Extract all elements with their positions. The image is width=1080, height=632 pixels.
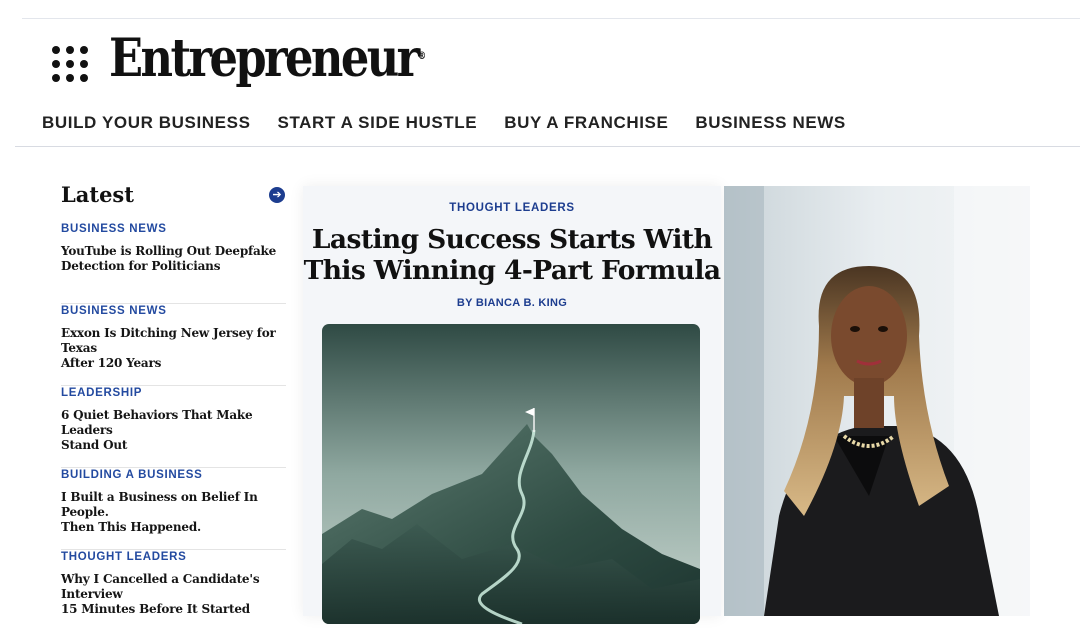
latest-item[interactable]: BUSINESS NEWS YouTube is Rolling Out Dee… — [61, 222, 286, 304]
site-logo[interactable]: Entrepreneur® — [109, 29, 426, 89]
latest-item[interactable]: THOUGHT LEADERS Why I Cancelled a Candid… — [61, 550, 286, 632]
latest-item-title-line: Detection for Politicians — [61, 259, 221, 273]
latest-item-category[interactable]: LEADERSHIP — [61, 386, 286, 399]
latest-item[interactable]: LEADERSHIP 6 Quiet Behaviors That Make L… — [61, 386, 286, 468]
portrait-illustration — [724, 186, 1030, 616]
nav-buy-a-franchise[interactable]: BUY A FRANCHISE — [504, 113, 668, 133]
primary-nav: BUILD YOUR BUSINESS START A SIDE HUSTLE … — [42, 113, 846, 133]
author-portrait-photo[interactable] — [724, 186, 1030, 616]
latest-item-title-line: YouTube is Rolling Out Deepfake — [61, 244, 277, 258]
latest-item-title-line: Stand Out — [61, 438, 128, 452]
latest-item-title-line: Why I Cancelled a Candidate's Interview — [61, 572, 260, 601]
featured-category[interactable]: THOUGHT LEADERS — [303, 202, 721, 214]
latest-item-title[interactable]: YouTube is Rolling Out Deepfake Detectio… — [61, 244, 286, 274]
latest-item-category[interactable]: BUSINESS NEWS — [61, 222, 286, 235]
featured-article-card[interactable]: THOUGHT LEADERS Lasting Success Starts W… — [303, 186, 721, 624]
nav-business-news[interactable]: BUSINESS NEWS — [695, 113, 845, 133]
latest-heading[interactable]: Latest — [61, 182, 134, 207]
latest-item-title-line: Then This Happened. — [61, 520, 201, 534]
featured-title-line: Lasting Success Starts With — [311, 224, 713, 255]
top-divider — [22, 18, 1080, 19]
grid-dots-icon[interactable] — [52, 46, 88, 82]
featured-byline[interactable]: BY BIANCA B. KING — [303, 297, 721, 309]
latest-item-title-line: After 120 Years — [61, 356, 162, 370]
latest-item-title-line: 6 Quiet Behaviors That Make Leaders — [61, 408, 253, 437]
mountain-illustration — [322, 324, 700, 624]
featured-title[interactable]: Lasting Success Starts With This Winning… — [303, 224, 721, 286]
featured-image-mountain[interactable] — [322, 324, 700, 624]
latest-item-title[interactable]: I Built a Business on Belief In People. … — [61, 490, 286, 535]
latest-list: BUSINESS NEWS YouTube is Rolling Out Dee… — [61, 222, 286, 632]
latest-item[interactable]: BUSINESS NEWS Exxon Is Ditching New Jers… — [61, 304, 286, 386]
latest-item-title-line: Exxon Is Ditching New Jersey for Texas — [61, 326, 276, 355]
latest-item-category[interactable]: BUSINESS NEWS — [61, 304, 286, 317]
featured-title-line: This Winning 4-Part Formula — [303, 255, 721, 286]
latest-item-title[interactable]: 6 Quiet Behaviors That Make Leaders Stan… — [61, 408, 286, 453]
nav-start-a-side-hustle[interactable]: START A SIDE HUSTLE — [278, 113, 478, 133]
nav-divider — [15, 146, 1080, 147]
latest-item-title-line: 15 Minutes Before It Started — [61, 602, 250, 616]
registered-mark: ® — [417, 51, 427, 62]
latest-item[interactable]: BUILDING A BUSINESS I Built a Business o… — [61, 468, 286, 550]
nav-build-your-business[interactable]: BUILD YOUR BUSINESS — [42, 113, 251, 133]
latest-item-title[interactable]: Why I Cancelled a Candidate's Interview … — [61, 572, 286, 617]
latest-item-title[interactable]: Exxon Is Ditching New Jersey for Texas A… — [61, 326, 286, 371]
latest-item-category[interactable]: THOUGHT LEADERS — [61, 550, 286, 563]
arrow-right-circle-icon[interactable]: ➔ — [269, 187, 285, 203]
latest-item-title-line: I Built a Business on Belief In People. — [61, 490, 258, 519]
logo-text: Entrepreneur — [109, 28, 420, 89]
latest-item-category[interactable]: BUILDING A BUSINESS — [61, 468, 286, 481]
